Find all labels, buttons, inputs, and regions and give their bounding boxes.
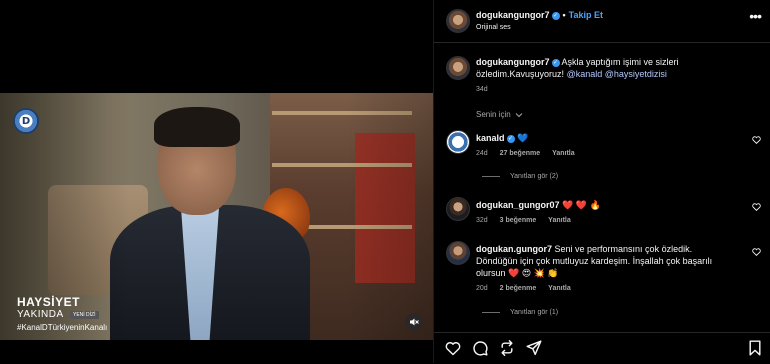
channel-logo-letter: D: [21, 115, 31, 127]
like-heart-icon[interactable]: [752, 248, 761, 256]
like-heart-icon[interactable]: [752, 203, 761, 211]
verified-badge-icon: ✓: [551, 58, 560, 67]
comment-meta: 24d 27 beğenme Yanıtla: [476, 150, 585, 157]
reel-viewer: D HAYSİYET YAKINDA YENİ DİZİ #KanalDTürk…: [0, 0, 770, 363]
mention-link[interactable]: @kanald: [567, 69, 603, 79]
replies-divider: [482, 176, 500, 177]
replies-divider: [482, 312, 500, 313]
show-hashtag: #KanalDTürkiyeninKanalı: [17, 323, 108, 332]
more-icon[interactable]: •••: [749, 8, 762, 24]
show-title: HAYSİYET: [17, 295, 80, 309]
bookmark-icon[interactable]: [747, 340, 763, 356]
comment-meta: 32d 3 beğenme Yanıtla: [476, 217, 581, 224]
post-header: dogukangungor7 ✓ • Takip Et Orijinal ses ••…: [434, 0, 770, 43]
follow-button[interactable]: Takip Et: [569, 10, 603, 20]
comment-icon[interactable]: [472, 340, 488, 356]
view-replies-button[interactable]: Yanıtları gör (2): [482, 173, 558, 180]
comment-username[interactable]: dogukan.gungor7: [476, 244, 552, 254]
comment-sort-dropdown[interactable]: Senin için: [476, 110, 523, 119]
chevron-down-icon: [515, 112, 523, 118]
show-subtitle: YAKINDA: [17, 309, 64, 320]
caption-username[interactable]: dogukangungor7: [476, 57, 550, 67]
comment-body: dogukan_gungor07 ❤️ ❤️ 🔥: [476, 199, 736, 211]
comment-meta: 20d 2 beğenme Yanıtla: [476, 285, 581, 292]
action-bar: [434, 332, 770, 364]
comment-time: 20d: [476, 285, 488, 292]
share-icon[interactable]: [526, 340, 542, 356]
header-username[interactable]: dogukangungor7: [476, 10, 550, 20]
like-heart-icon[interactable]: [752, 136, 761, 144]
verified-badge-icon: ✓: [551, 11, 560, 20]
reply-button[interactable]: Yanıtla: [548, 285, 571, 292]
reply-button[interactable]: Yanıtla: [548, 217, 571, 224]
reply-button[interactable]: Yanıtla: [552, 150, 575, 157]
post-caption: dogukangungor7 ✓ Aşkla yaptığım işimi ve …: [476, 56, 746, 80]
comment-body: kanald ✓ 💙: [476, 132, 736, 144]
avatar[interactable]: [446, 130, 470, 154]
comment-time: 24d: [476, 150, 488, 157]
audio-label[interactable]: Orijinal ses: [476, 24, 511, 31]
avatar[interactable]: [446, 241, 470, 265]
view-replies-label: Yanıtları gör (2): [510, 173, 559, 180]
comment-time: 32d: [476, 217, 488, 224]
sort-label: Senin için: [476, 110, 511, 119]
mention-link[interactable]: @haysiyetdizisi: [605, 69, 667, 79]
channel-logo: D: [13, 108, 39, 134]
post-panel: dogukangungor7 ✓ • Takip Et Orijinal ses ••…: [433, 0, 770, 363]
speaker-muted-icon: [409, 317, 419, 327]
comment-likes[interactable]: 27 beğenme: [500, 150, 540, 157]
comment-username[interactable]: kanald: [476, 133, 505, 143]
comment-body: dogukan.gungor7 Seni ve performansını ço…: [476, 243, 728, 279]
separator-dot: •: [562, 10, 566, 20]
heart-icon[interactable]: [445, 340, 461, 356]
comment-likes[interactable]: 3 beğenme: [500, 217, 537, 224]
video-area[interactable]: D HAYSİYET YAKINDA YENİ DİZİ #KanalDTürk…: [0, 0, 433, 363]
avatar[interactable]: [446, 197, 470, 221]
view-replies-label: Yanıtları gör (1): [510, 309, 559, 316]
comment-username[interactable]: dogukan_gungor07: [476, 200, 560, 210]
mute-button[interactable]: [405, 313, 423, 331]
verified-badge-icon: ✓: [506, 134, 515, 143]
comment-text: ❤️ ❤️ 🔥: [562, 200, 601, 210]
header-user-line: dogukangungor7 ✓ • Takip Et: [476, 10, 603, 20]
repost-icon[interactable]: [499, 340, 515, 356]
avatar[interactable]: [446, 56, 470, 80]
comment-likes[interactable]: 2 beğenme: [500, 285, 537, 292]
show-badge: YENİ DİZİ: [70, 311, 99, 319]
comment-text: 💙: [517, 133, 529, 143]
view-replies-button[interactable]: Yanıtları gör (1): [482, 309, 558, 316]
caption-time: 34d: [476, 86, 488, 93]
avatar[interactable]: [446, 9, 470, 33]
